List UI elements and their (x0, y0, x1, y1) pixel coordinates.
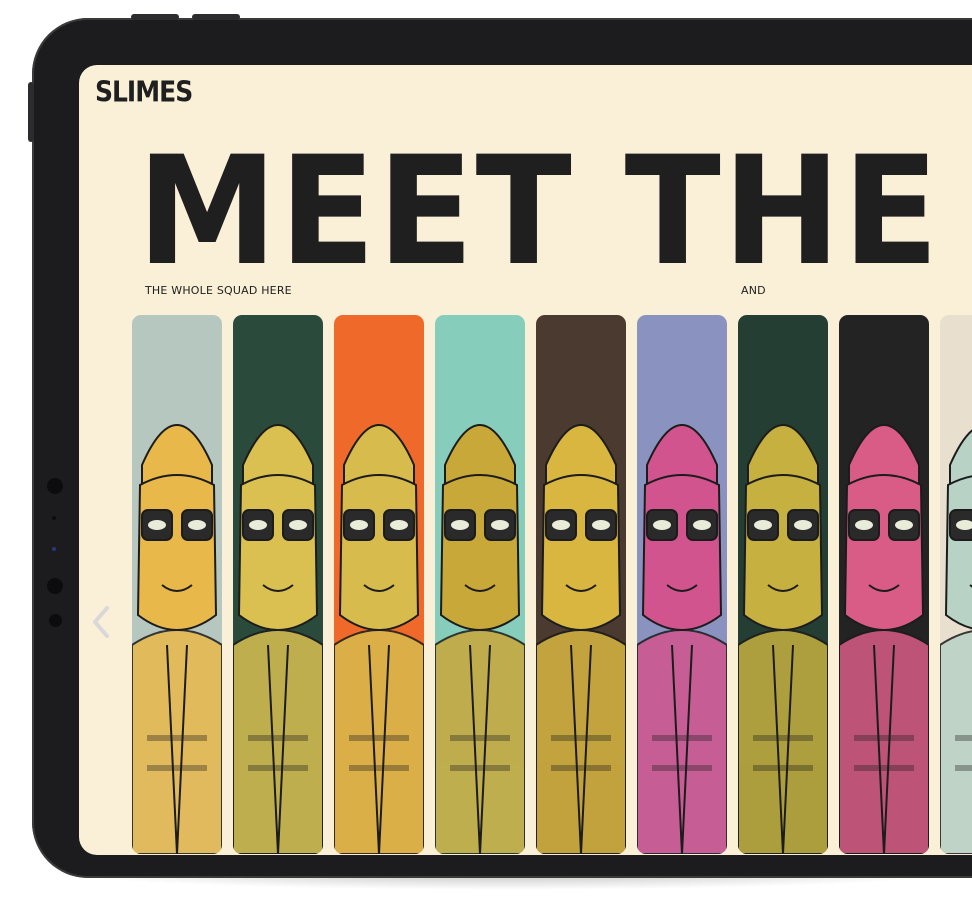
hero-subtitle-right: AND (741, 284, 766, 297)
hero-headline: MEET THE S (137, 125, 972, 299)
character-card[interactable] (738, 315, 828, 854)
character-card[interactable] (637, 315, 727, 854)
character-card[interactable] (536, 315, 626, 854)
character-card[interactable] (233, 315, 323, 854)
website-screen: SLIMES MEET THE S THE WHOLE SQUAD HERE A… (79, 65, 972, 855)
character-card[interactable] (435, 315, 525, 854)
character-card[interactable] (334, 315, 424, 854)
camera-sensor-icon (52, 516, 56, 520)
chevron-left-icon[interactable] (87, 602, 117, 642)
logo[interactable]: SLIMES (95, 75, 193, 108)
camera-sensor-icon (47, 578, 63, 594)
volume-up-button (131, 14, 179, 20)
power-button (28, 82, 34, 142)
character-card[interactable] (940, 315, 972, 854)
camera-sensor-icon (49, 614, 62, 627)
volume-down-button (192, 14, 240, 20)
character-card[interactable] (132, 315, 222, 854)
camera-sensor-icon (47, 478, 63, 494)
character-card[interactable] (839, 315, 929, 854)
camera-lens-icon (52, 547, 56, 551)
hero-subtitle-left: THE WHOLE SQUAD HERE (145, 284, 292, 297)
